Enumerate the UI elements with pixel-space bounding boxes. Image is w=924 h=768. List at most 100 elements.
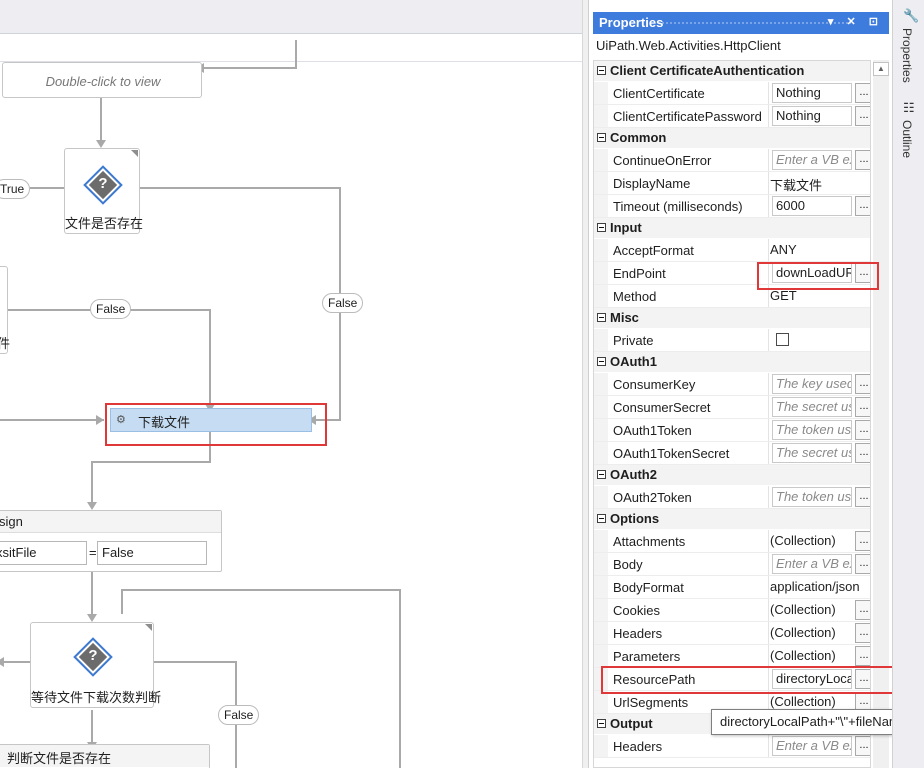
- double-click-hint: Double-click to view: [45, 74, 161, 89]
- ellipsis-button[interactable]: ...: [855, 646, 870, 666]
- property-value-input[interactable]: Enter a VB ex: [772, 554, 852, 574]
- property-row[interactable]: BodyFormat application/json: [594, 576, 870, 599]
- ellipsis-button[interactable]: ...: [855, 623, 870, 643]
- category-header[interactable]: Misc: [594, 308, 870, 328]
- category-label: Input: [610, 220, 642, 235]
- property-row[interactable]: ConsumerSecret The secret us...: [594, 396, 870, 419]
- true-branch-label: True: [0, 179, 31, 199]
- property-row[interactable]: OAuth1TokenSecret The secret us...: [594, 442, 870, 465]
- ellipsis-button[interactable]: ...: [855, 150, 870, 170]
- property-row[interactable]: DisplayName 下载文件: [594, 172, 870, 195]
- category-header[interactable]: Common: [594, 128, 870, 148]
- property-name: EndPoint: [613, 266, 666, 281]
- collapse-icon[interactable]: [597, 470, 606, 479]
- ellipsis-button[interactable]: ...: [855, 443, 870, 463]
- private-checkbox[interactable]: [776, 333, 789, 346]
- property-value-input[interactable]: Nothing: [772, 83, 852, 103]
- property-value: (Collection): [770, 625, 836, 640]
- property-value-input[interactable]: The secret us: [772, 443, 852, 463]
- ellipsis-button[interactable]: ...: [855, 374, 870, 394]
- property-name: AcceptFormat: [613, 243, 694, 258]
- ellipsis-button[interactable]: ...: [855, 736, 870, 756]
- property-name: Body: [613, 557, 643, 572]
- decision-label: 文件是否存在: [65, 216, 144, 231]
- property-row[interactable]: Attachments (Collection)...: [594, 530, 870, 553]
- collapse-icon[interactable]: [597, 719, 606, 728]
- partial-left-activity[interactable]: 件: [0, 266, 11, 354]
- assign-equals: =: [89, 545, 97, 560]
- collapse-icon[interactable]: [597, 313, 606, 322]
- property-value: ANY: [770, 242, 797, 257]
- category-header[interactable]: OAuth1: [594, 352, 870, 372]
- scroll-up-icon[interactable]: ▲: [873, 62, 889, 76]
- property-value-input[interactable]: Nothing: [772, 106, 852, 126]
- ellipsis-button[interactable]: ...: [855, 554, 870, 574]
- property-value-input[interactable]: The token us: [772, 420, 852, 440]
- ellipsis-button[interactable]: ...: [855, 487, 870, 507]
- ellipsis-button[interactable]: ...: [855, 600, 870, 620]
- ellipsis-button[interactable]: ...: [855, 531, 870, 551]
- property-row[interactable]: OAuth1Token The token us...: [594, 419, 870, 442]
- collapse-icon[interactable]: [597, 133, 606, 142]
- assign-to-field[interactable]: xsitFile: [0, 541, 87, 565]
- flow-decision-file-exists[interactable]: ? 文件是否存在: [64, 148, 144, 234]
- tab-properties[interactable]: Properties: [900, 28, 914, 83]
- collapse-icon[interactable]: [597, 514, 606, 523]
- assign-activity[interactable]: sign xsitFile = False: [0, 510, 222, 572]
- property-name: OAuth1TokenSecret: [613, 446, 730, 461]
- property-row[interactable]: ClientCertificatePassword Nothing...: [594, 105, 870, 128]
- corner-marker: [131, 150, 138, 157]
- ellipsis-button[interactable]: ...: [855, 420, 870, 440]
- property-value-input[interactable]: Enter a VB ex: [772, 736, 852, 756]
- ellipsis-button[interactable]: ...: [855, 196, 870, 216]
- category-header[interactable]: OAuth2: [594, 465, 870, 485]
- property-row[interactable]: Timeout (milliseconds) 6000...: [594, 195, 870, 218]
- property-row[interactable]: ClientCertificate Nothing...: [594, 82, 870, 105]
- property-row[interactable]: OAuth2Token The token us...: [594, 486, 870, 509]
- drag-grip[interactable]: [661, 21, 851, 25]
- collapse-icon[interactable]: [597, 66, 606, 75]
- property-grid: Client CertificateAuthentication ClientCe…: [593, 60, 871, 768]
- property-row[interactable]: Body Enter a VB ex...: [594, 553, 870, 576]
- tab-outline[interactable]: Outline: [900, 120, 914, 158]
- property-value: (Collection): [770, 602, 836, 617]
- property-name: OAuth1Token: [613, 423, 692, 438]
- activity-header: 判断文件是否存在: [7, 751, 112, 766]
- property-row[interactable]: ContinueOnError Enter a VB ex...: [594, 149, 870, 172]
- property-value-input[interactable]: The key used: [772, 374, 852, 394]
- collapse-icon[interactable]: [597, 223, 606, 232]
- property-row[interactable]: AcceptFormat ANY: [594, 239, 870, 262]
- collapse-icon[interactable]: [597, 357, 606, 366]
- property-value-input[interactable]: The token us: [772, 487, 852, 507]
- ellipsis-button[interactable]: ...: [855, 106, 870, 126]
- ellipsis-button[interactable]: ...: [855, 397, 870, 417]
- property-row[interactable]: Parameters (Collection)...: [594, 645, 870, 668]
- decision-label: 等待文件下载次数判断: [31, 690, 162, 705]
- endpoint-highlight-box: [757, 262, 879, 290]
- sequence-activity[interactable]: Double-click to view: [2, 62, 202, 98]
- property-value-input[interactable]: The secret us: [772, 397, 852, 417]
- panel-window-icons[interactable]: ▾ ✕ ⊡: [828, 15, 883, 28]
- property-value-input[interactable]: 6000: [772, 196, 852, 216]
- properties-scrollbar[interactable]: ▲: [873, 60, 889, 768]
- false-branch-label: False: [218, 705, 260, 725]
- property-row[interactable]: Headers (Collection)...: [594, 622, 870, 645]
- flow-decision-download-count[interactable]: ? 等待文件下载次数判断: [30, 622, 162, 708]
- property-name: Cookies: [613, 603, 660, 618]
- side-tab-strip: 🔧 Properties ☷ Outline: [892, 0, 924, 768]
- property-row[interactable]: Private: [594, 329, 870, 352]
- ellipsis-button[interactable]: ...: [855, 83, 870, 103]
- workflow-designer[interactable]: Double-click to view ? 文件是否存在 True False…: [0, 0, 588, 768]
- assign-value-field[interactable]: False: [97, 541, 207, 565]
- property-row[interactable]: Headers Enter a VB ex...: [594, 735, 870, 758]
- property-name: Method: [613, 289, 657, 304]
- category-header[interactable]: Client CertificateAuthentication: [594, 61, 870, 81]
- if-file-exists-activity[interactable]: 判断文件是否存在: [0, 744, 210, 768]
- category-header[interactable]: Options: [594, 509, 870, 529]
- category-label: Options: [610, 511, 660, 526]
- property-row[interactable]: ConsumerKey The key used...: [594, 373, 870, 396]
- property-value-input[interactable]: Enter a VB ex: [772, 150, 852, 170]
- category-header[interactable]: Input: [594, 218, 870, 238]
- property-row[interactable]: Cookies (Collection)...: [594, 599, 870, 622]
- partial-label: 件: [0, 336, 11, 351]
